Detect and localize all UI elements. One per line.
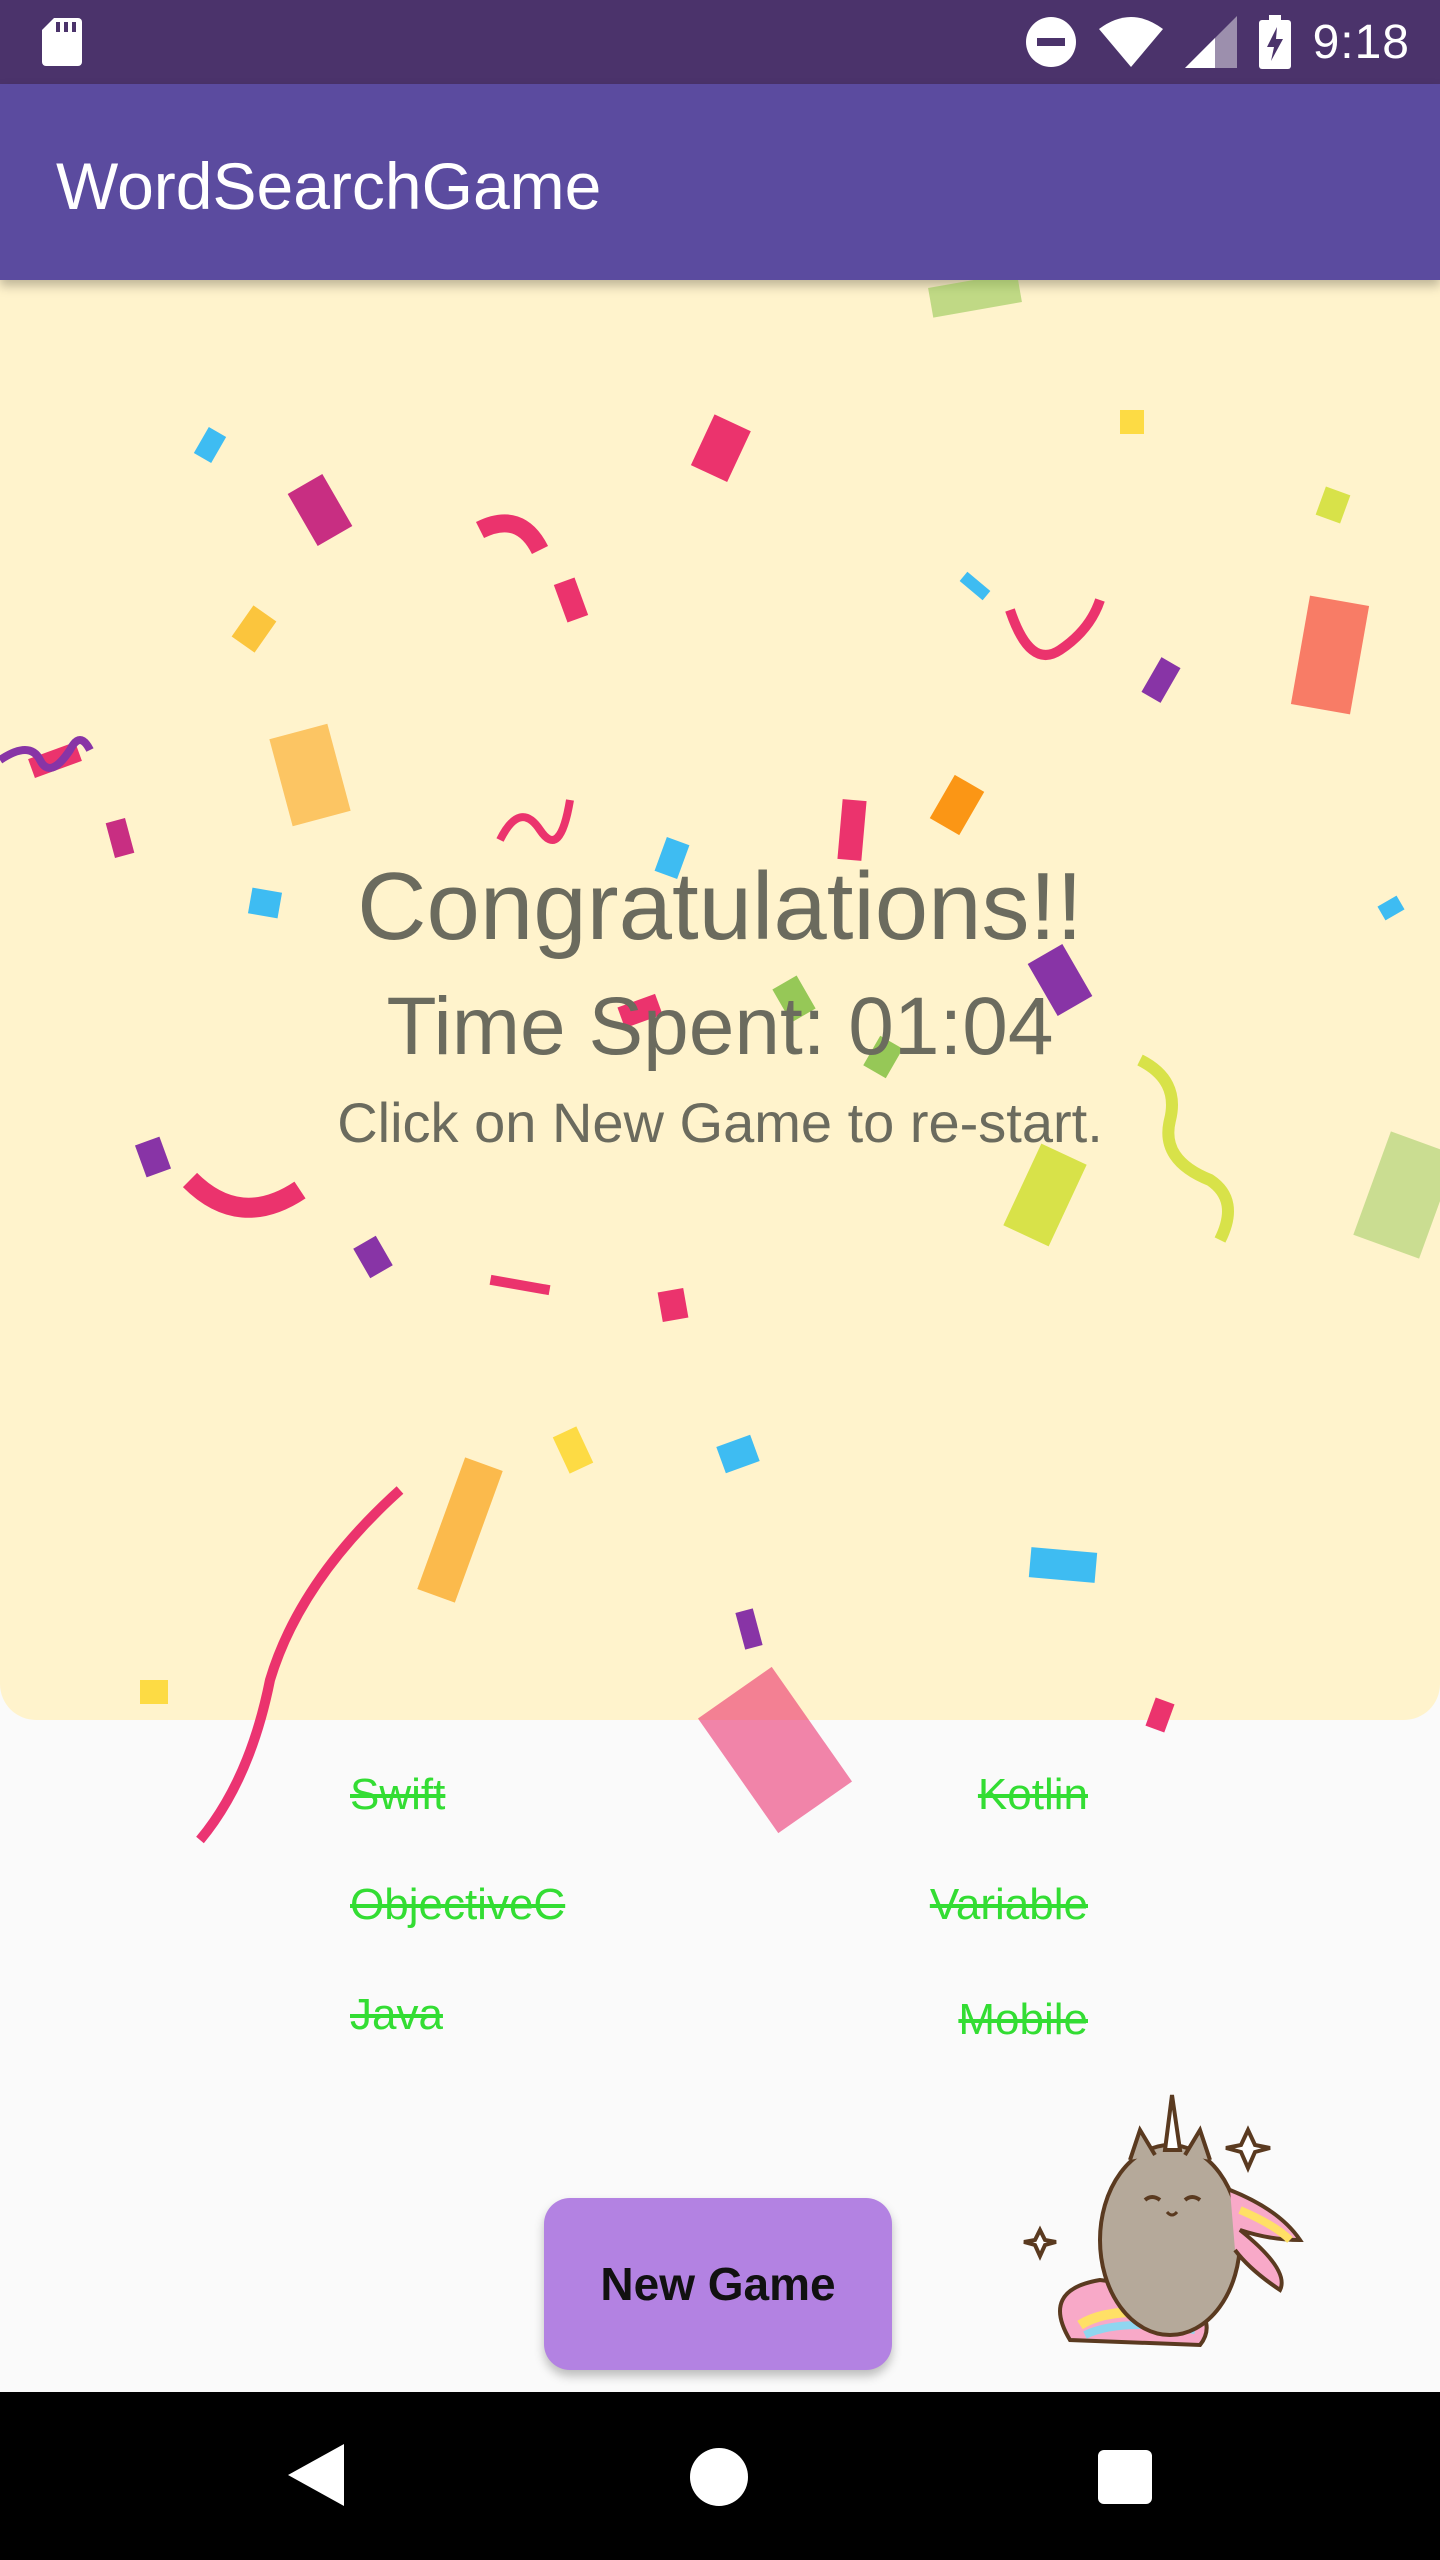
time-spent: Time Spent: 01:04 (386, 981, 1054, 1072)
word-objectivec: ObjectiveC (350, 1880, 566, 1929)
recent-apps-icon[interactable] (1098, 2450, 1152, 2504)
word-swift: Swift (350, 1770, 446, 1819)
wifi-icon (1098, 17, 1163, 67)
status-bar: 9:18 (0, 0, 1440, 84)
new-game-button[interactable]: New Game (544, 2198, 892, 2370)
word-kotlin: Kotlin (977, 1770, 1088, 1819)
word-mobile: Mobile (958, 1995, 1088, 2044)
battery-charging-icon (1258, 15, 1291, 69)
word-variable: Variable (929, 1880, 1088, 1929)
cellular-signal-icon (1184, 16, 1237, 68)
unicorn-cat-illustration (1023, 2094, 1304, 2348)
navigation-bar (0, 2392, 1440, 2560)
do-not-disturb-icon (1025, 17, 1076, 67)
word-java: Java (350, 1990, 443, 2039)
clock: 9:18 (1312, 15, 1410, 69)
congratulations-title: Congratulations!! (357, 853, 1083, 960)
app-bar: WordSearchGame (0, 84, 1440, 280)
home-icon[interactable] (690, 2448, 748, 2506)
app-title: WordSearchGame (56, 149, 602, 223)
restart-hint: Click on New Game to re-start. (337, 1091, 1103, 1154)
back-icon[interactable] (288, 2444, 344, 2506)
sd-card-icon (42, 18, 82, 66)
